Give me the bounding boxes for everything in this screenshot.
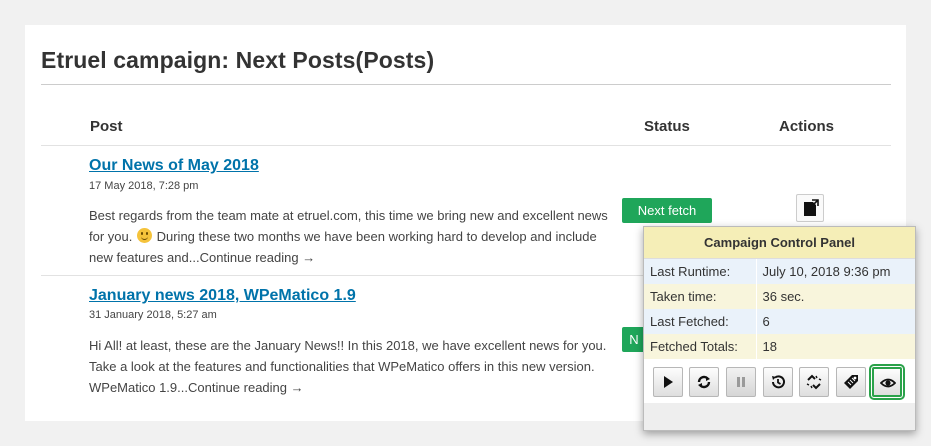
refresh-icon	[697, 375, 711, 389]
post-title-link[interactable]: January news 2018, WPeMatico 1.9	[89, 287, 356, 305]
stat-label: Fetched Totals:	[644, 334, 757, 359]
post-title-link[interactable]: Our News of May 2018	[89, 157, 259, 175]
stat-value: 6	[762, 314, 770, 329]
panel-toolbar	[644, 359, 915, 403]
tags-button[interactable]	[836, 367, 866, 397]
post-excerpt: Best regards from the team mate at etrue…	[89, 205, 619, 268]
stat-row: Last Fetched: 6	[644, 309, 915, 334]
view-post-button[interactable]	[796, 194, 824, 222]
panel-footer	[644, 403, 915, 430]
status-badge: Next fetch	[622, 198, 712, 223]
broken-link-icon	[806, 374, 822, 390]
excerpt-text: Hi All! at least, these are the January …	[89, 338, 607, 395]
column-header-status: Status	[644, 118, 690, 135]
pause-icon	[737, 377, 745, 387]
stat-value: July 10, 2018 9:36 pm	[762, 264, 891, 279]
post-excerpt: Hi All! at least, these are the January …	[89, 335, 619, 398]
column-header-post: Post	[90, 118, 123, 135]
stat-label: Last Fetched:	[644, 309, 757, 334]
header-divider	[41, 145, 891, 146]
continue-reading-link[interactable]: Continue reading →	[200, 250, 316, 265]
continue-reading-link[interactable]: Continue reading →	[188, 380, 304, 395]
history-button[interactable]	[763, 367, 793, 397]
panel-title: Campaign Control Panel	[644, 227, 915, 259]
document-icon	[804, 199, 819, 216]
post-date: 17 May 2018, 7:28 pm	[89, 180, 199, 192]
stat-row: Taken time: 36 sec.	[644, 284, 915, 309]
page-title: Etruel campaign: Next Posts(Posts)	[41, 47, 435, 73]
eye-icon	[880, 378, 896, 388]
reset-button[interactable]	[689, 367, 719, 397]
pause-button[interactable]	[726, 367, 756, 397]
preview-button[interactable]	[869, 364, 905, 400]
post-date: 31 January 2018, 5:27 am	[89, 309, 217, 321]
stat-label: Last Runtime:	[644, 259, 757, 284]
stat-row: Fetched Totals: 18	[644, 334, 915, 359]
stat-value: 36 sec.	[762, 289, 805, 304]
column-header-actions: Actions	[779, 118, 835, 135]
wink-emoji-icon	[136, 228, 152, 243]
campaign-control-panel: Campaign Control Panel Last Runtime: Jul…	[643, 226, 916, 431]
stat-row: Last Runtime: July 10, 2018 9:36 pm	[644, 259, 915, 284]
run-button[interactable]	[653, 367, 683, 397]
panel-stats-table: Last Runtime: July 10, 2018 9:36 pm Take…	[644, 259, 915, 359]
excerpt-text: During these two months we have been wor…	[89, 229, 597, 265]
broken-links-button[interactable]	[799, 367, 829, 397]
history-icon	[772, 375, 785, 389]
title-divider	[41, 84, 891, 85]
stat-value: 18	[762, 339, 777, 354]
play-icon	[664, 376, 673, 388]
stat-label: Taken time:	[644, 284, 757, 309]
tag-icon	[844, 375, 858, 389]
